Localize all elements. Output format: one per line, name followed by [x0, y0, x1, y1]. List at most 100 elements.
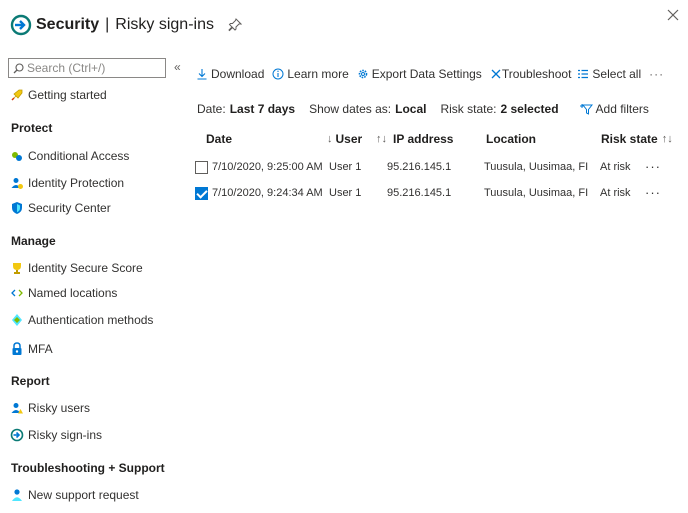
sidebar-item-label: MFA — [28, 342, 53, 356]
column-label: IP address — [393, 132, 454, 146]
sort-down-icon: ↓ — [327, 133, 333, 145]
page-title: Security — [36, 16, 100, 33]
sidebar-item-security-center[interactable]: Security Center — [10, 201, 111, 215]
pin-icon[interactable] — [228, 18, 242, 32]
table-row[interactable]: 7/10/2020, 9:25:00 AM User 1 95.216.145.… — [190, 155, 682, 181]
column-label: Date — [206, 132, 233, 146]
sidebar-item-label: Identity Protection — [28, 176, 125, 190]
column-label: Location — [486, 132, 536, 146]
risk-state-filter-label: Risk state: — [440, 102, 497, 116]
date-filter-label: Date: — [197, 102, 226, 116]
select-all-label: Select all — [592, 67, 642, 81]
learn-more-button[interactable]: Learn more — [272, 67, 349, 81]
row-risk-state: At risk — [600, 161, 631, 173]
section-troubleshooting: Troubleshooting + Support — [11, 461, 165, 475]
sidebar-item-identity-secure-score[interactable]: Identity Secure Score — [10, 261, 143, 275]
list-icon — [578, 69, 589, 79]
row-risk-state: At risk — [600, 187, 631, 199]
sidebar-item-label: Authentication methods — [28, 313, 154, 327]
download-button[interactable]: Download — [196, 67, 264, 81]
sort-both-icon: ↑↓ — [376, 133, 387, 145]
risky-users-icon — [10, 401, 24, 415]
sidebar-item-label: Conditional Access — [28, 149, 130, 163]
sidebar-item-label: Security Center — [28, 201, 111, 215]
collapse-sidebar-button[interactable]: « — [174, 60, 181, 74]
column-label: Risk state — [601, 132, 658, 146]
blade-header: Security | Risky sign-ins — [10, 8, 680, 42]
sidebar-item-label: Identity Secure Score — [28, 261, 143, 275]
more-commands-button[interactable]: ··· — [649, 67, 664, 81]
row-more-button[interactable]: ··· — [645, 159, 661, 174]
risky-signins-icon — [10, 428, 24, 442]
add-filters-button[interactable]: Add filters — [579, 102, 649, 116]
sidebar-item-getting-started[interactable]: Getting started — [10, 88, 107, 102]
section-report: Report — [11, 374, 50, 388]
sidebar-item-identity-protection[interactable]: Identity Protection — [10, 176, 124, 190]
download-icon — [197, 69, 207, 80]
title-separator: | — [105, 16, 110, 33]
add-filter-icon — [579, 104, 593, 115]
sidebar-item-label: Risky sign-ins — [28, 428, 103, 442]
column-header-date[interactable]: Date — [206, 132, 232, 146]
search-input[interactable] — [27, 61, 157, 75]
row-user: User 1 — [329, 187, 362, 199]
risk-state-filter-value[interactable]: 2 selected — [500, 102, 558, 116]
learn-more-label: Learn more — [287, 67, 349, 81]
trophy-icon — [10, 261, 24, 275]
authentication-methods-icon — [10, 313, 24, 327]
wrench-icon — [491, 69, 501, 79]
row-checkbox[interactable] — [195, 161, 208, 174]
column-header-user[interactable]: ↓ User — [327, 132, 362, 146]
sort-both-icon: ↑↓ — [661, 133, 673, 145]
sidebar-item-conditional-access[interactable]: Conditional Access — [10, 149, 129, 163]
row-location: Tuusula, Uusimaa, FI — [484, 161, 589, 173]
support-person-icon — [10, 488, 24, 502]
search-box[interactable] — [8, 58, 166, 78]
sidebar-item-risky-signins[interactable]: Risky sign-ins — [10, 428, 102, 442]
column-header-risk-state[interactable]: Risk state ↑↓ — [601, 132, 673, 146]
sidebar-item-label: Getting started — [28, 88, 107, 102]
filter-bar: Date: Last 7 days Show dates as: Local R… — [197, 102, 649, 116]
show-dates-label: Show dates as: — [309, 102, 392, 116]
section-manage: Manage — [11, 234, 56, 248]
column-label: User — [335, 132, 363, 146]
row-date: 7/10/2020, 9:24:34 AM — [212, 187, 323, 199]
sidebar-item-risky-users[interactable]: Risky users — [10, 401, 90, 415]
section-protect: Protect — [11, 121, 53, 135]
download-label: Download — [211, 67, 265, 81]
column-header-location[interactable]: Location — [486, 132, 536, 146]
table-row[interactable]: 7/10/2020, 9:24:34 AM User 1 95.216.145.… — [190, 181, 682, 207]
close-icon[interactable] — [666, 8, 680, 22]
lock-icon — [10, 342, 24, 356]
sidebar-item-label: New support request — [28, 488, 139, 502]
export-label: Export Data Settings — [371, 67, 482, 81]
gear-icon — [358, 69, 368, 79]
security-logo-icon — [10, 14, 32, 36]
shield-icon — [10, 201, 24, 215]
conditional-access-icon — [10, 149, 24, 163]
sidebar-item-named-locations[interactable]: Named locations — [10, 286, 117, 300]
date-filter-value[interactable]: Last 7 days — [230, 102, 295, 116]
sidebar-item-label: Named locations — [28, 286, 118, 300]
sidebar-item-authentication-methods[interactable]: Authentication methods — [10, 313, 153, 327]
row-date: 7/10/2020, 9:25:00 AM — [212, 161, 323, 173]
row-checkbox[interactable] — [195, 187, 208, 200]
select-all-button[interactable]: Select all — [577, 67, 641, 81]
troubleshoot-button[interactable]: Troubleshoot — [490, 67, 572, 81]
code-brackets-icon — [10, 286, 24, 300]
info-icon — [272, 68, 284, 80]
column-header-ip-address[interactable]: ↑↓ IP address — [376, 132, 453, 146]
export-data-settings-button[interactable]: Export Data Settings — [357, 67, 482, 81]
rocket-icon — [10, 88, 24, 102]
sidebar-item-mfa[interactable]: MFA — [10, 342, 53, 356]
search-icon — [13, 62, 24, 73]
show-dates-value[interactable]: Local — [395, 102, 426, 116]
sidebar-item-label: Risky users — [28, 401, 91, 415]
troubleshoot-label: Troubleshoot — [501, 67, 572, 81]
row-more-button[interactable]: ··· — [645, 185, 661, 200]
sidebar-item-new-support-request[interactable]: New support request — [10, 488, 139, 502]
row-ip: 95.216.145.1 — [387, 187, 452, 199]
row-user: User 1 — [329, 161, 362, 173]
row-ip: 95.216.145.1 — [387, 161, 452, 173]
identity-protection-icon — [10, 176, 24, 190]
